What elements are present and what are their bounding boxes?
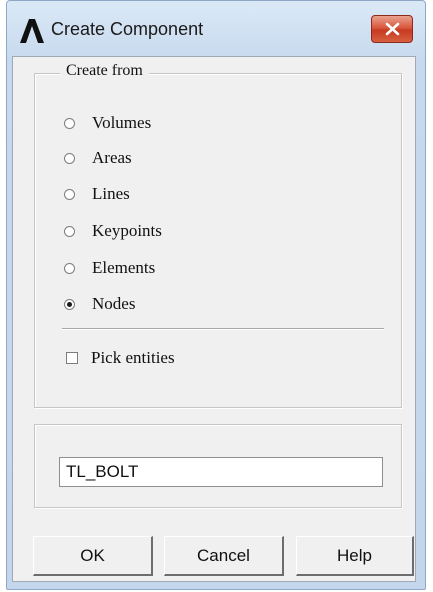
radio-nodes[interactable]: Nodes xyxy=(64,292,135,316)
ansys-logo-icon xyxy=(20,19,44,43)
create-from-legend: Create from xyxy=(60,62,149,80)
radio-button[interactable] xyxy=(64,152,75,164)
radio-lines[interactable]: Lines xyxy=(64,182,130,206)
radio-label-nodes: Nodes xyxy=(92,294,136,313)
radio-elements[interactable]: Elements xyxy=(64,256,155,280)
radio-label-elements: Elements xyxy=(92,258,156,277)
radio-button[interactable] xyxy=(64,225,75,237)
cancel-button[interactable]: Cancel xyxy=(164,536,284,576)
ok-button[interactable]: OK xyxy=(33,536,153,576)
radio-label-areas: Areas xyxy=(92,148,132,167)
help-button[interactable]: Help xyxy=(296,536,414,576)
radio-button[interactable] xyxy=(64,117,75,129)
radio-button[interactable] xyxy=(64,188,75,200)
pick-entities-checkbox[interactable]: Pick entities xyxy=(66,346,175,370)
radio-button[interactable] xyxy=(64,262,75,274)
close-button[interactable] xyxy=(371,15,413,43)
radio-label-lines: Lines xyxy=(92,184,130,203)
pick-entities-label: Pick entities xyxy=(91,348,175,367)
radio-volumes[interactable]: Volumes xyxy=(64,111,151,135)
close-icon xyxy=(385,22,400,36)
radio-label-keypoints: Keypoints xyxy=(92,221,162,240)
group-separator xyxy=(62,328,384,330)
radio-label-volumes: Volumes xyxy=(92,113,152,132)
radio-areas[interactable]: Areas xyxy=(64,146,132,170)
checkbox-box[interactable] xyxy=(66,352,78,364)
title-bar[interactable]: Create Component xyxy=(7,1,425,57)
radio-button[interactable] xyxy=(64,298,75,310)
component-name-input[interactable] xyxy=(59,457,383,487)
radio-keypoints[interactable]: Keypoints xyxy=(64,219,162,243)
window-title: Create Component xyxy=(51,19,204,39)
